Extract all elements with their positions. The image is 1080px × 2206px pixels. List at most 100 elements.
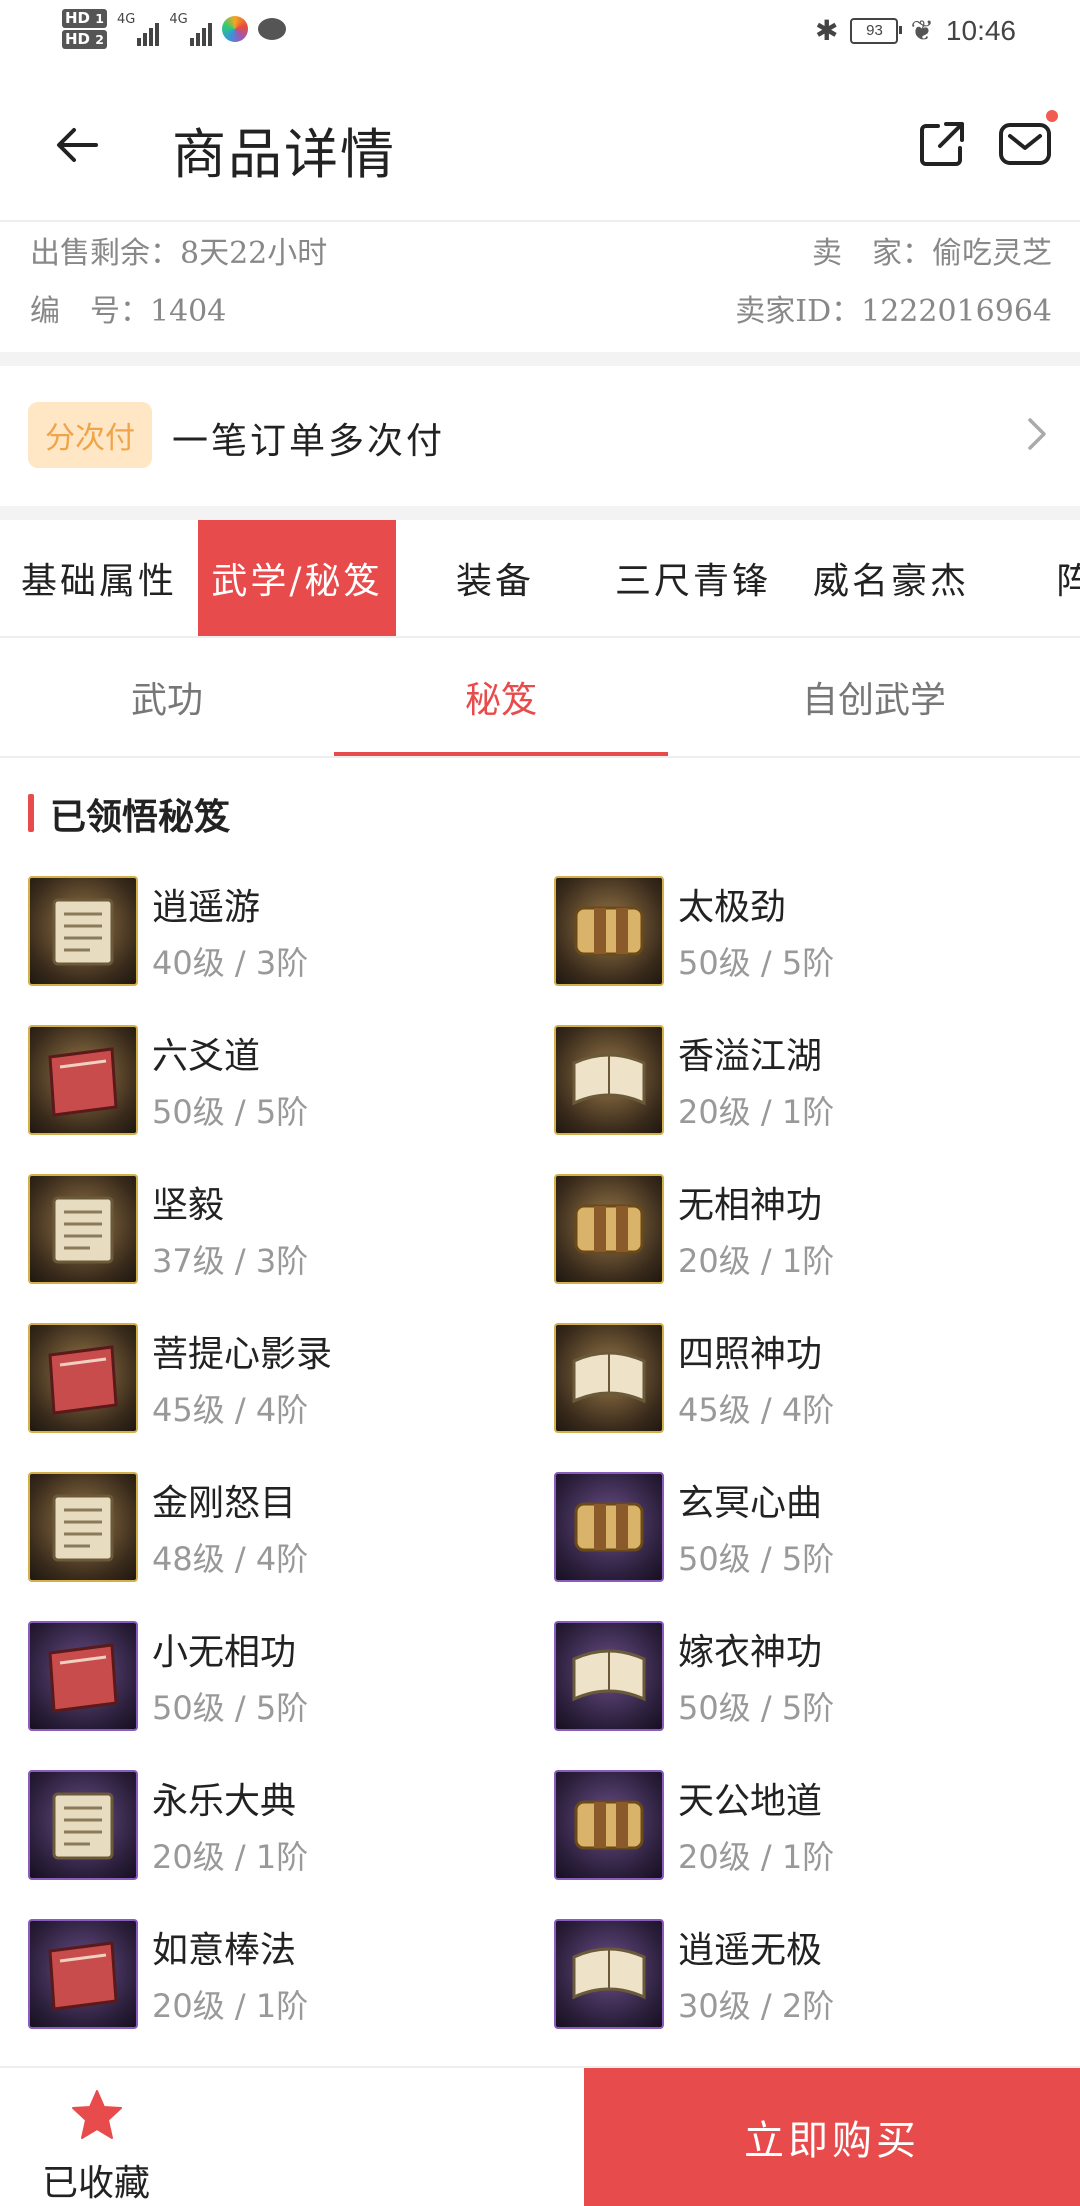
manual-book-icon	[554, 1472, 664, 1582]
list-item[interactable]: 六爻道 50级 / 5阶	[28, 1019, 528, 1167]
item-level: 40级 / 3阶	[152, 944, 309, 982]
hd2-badge: HD 2	[62, 30, 107, 49]
item-level: 20级 / 1阶	[678, 1242, 835, 1280]
app-notification-icon	[221, 16, 248, 42]
tab-equipment[interactable]: 装备	[396, 520, 594, 636]
list-item[interactable]: 太极劲 50级 / 5阶	[554, 870, 1054, 1018]
tab-formation[interactable]: 阵	[990, 520, 1080, 636]
item-level: 20级 / 1阶	[678, 1093, 835, 1131]
item-name: 永乐大典	[152, 1781, 297, 1822]
item-level: 50级 / 5阶	[678, 944, 835, 982]
item-name: 嫁衣神功	[678, 1632, 823, 1673]
manual-book-icon	[554, 1770, 664, 1880]
favorite-label[interactable]: 已收藏	[42, 2154, 150, 2206]
manual-book-icon	[28, 1621, 138, 1731]
installment-badge: 分次付	[28, 402, 152, 468]
clock: 10:46	[945, 14, 1016, 46]
list-item[interactable]: 无相神功 20级 / 1阶	[554, 1168, 1054, 1316]
item-level: 45级 / 4阶	[152, 1391, 309, 1429]
section-title: 已领悟秘笈	[28, 788, 230, 840]
message-notification-icon	[257, 18, 286, 40]
list-item[interactable]: 菩提心影录 45级 / 4阶	[28, 1317, 528, 1465]
list-item[interactable]: 逍遥游 40级 / 3阶	[28, 870, 528, 1018]
bottom-bar: 已收藏 立即购买	[0, 2066, 1080, 2206]
hd1-badge: HD 1	[62, 9, 107, 28]
item-level: 48级 / 4阶	[152, 1540, 309, 1578]
list-item[interactable]: 嫁衣神功 50级 / 5阶	[554, 1615, 1054, 1763]
mail-icon[interactable]	[998, 120, 1052, 168]
item-name: 无相神功	[678, 1185, 823, 1226]
item-name: 六爻道	[152, 1036, 261, 1077]
status-bar: HD 1 HD 2 4G 4G ✱ 93 ❦ 10:46	[0, 0, 1080, 66]
chevron-right-icon	[1028, 418, 1046, 450]
manual-book-icon	[28, 1472, 138, 1582]
sub-tab-bar: 武功 秘笈 自创武学	[0, 638, 1080, 756]
manual-book-icon	[28, 1323, 138, 1433]
item-name: 太极劲	[678, 887, 787, 928]
manual-book-icon	[28, 1770, 138, 1880]
status-right: ✱ 93 ❦ 10:46	[815, 14, 1016, 47]
back-arrow-icon[interactable]	[52, 120, 102, 170]
item-level: 45级 / 4阶	[678, 1391, 835, 1429]
manual-book-icon	[554, 1323, 664, 1433]
tab-martial-arts[interactable]: 武学/秘笈	[198, 520, 396, 636]
battery-icon: 93	[850, 17, 903, 44]
item-level: 20级 / 1阶	[678, 1838, 835, 1876]
list-item[interactable]: 天公地道 20级 / 1阶	[554, 1764, 1054, 1912]
section-gap	[0, 506, 1080, 520]
tab-heroes[interactable]: 威名豪杰	[792, 520, 990, 636]
item-level: 50级 / 5阶	[678, 1540, 835, 1578]
list-item[interactable]: 玄冥心曲 50级 / 5阶	[554, 1466, 1054, 1614]
status-left: HD 1 HD 2 4G 4G	[62, 8, 286, 50]
tab-basic-attributes[interactable]: 基础属性	[0, 520, 198, 636]
item-level: 20级 / 1阶	[152, 1838, 309, 1876]
listing-number: 编 号：1404	[30, 294, 227, 329]
manual-book-icon	[554, 1025, 664, 1135]
remaining-time: 出售剩余：8天22小时	[30, 236, 328, 271]
manual-book-icon	[554, 1174, 664, 1284]
signal-icon-2: 4G	[169, 12, 212, 46]
manual-book-icon	[554, 1621, 664, 1731]
item-level: 20级 / 1阶	[152, 1987, 309, 2025]
manual-book-icon	[28, 876, 138, 986]
tab-swords[interactable]: 三尺青锋	[594, 520, 792, 636]
manual-book-icon	[28, 1174, 138, 1284]
subtab-manuals[interactable]: 秘笈	[334, 638, 668, 756]
item-level: 50级 / 5阶	[152, 1689, 309, 1727]
item-name: 香溢江湖	[678, 1036, 823, 1077]
subtab-skills[interactable]: 武功	[0, 638, 334, 756]
list-item[interactable]: 如意棒法 20级 / 1阶	[28, 1913, 528, 2061]
section-gap	[0, 352, 1080, 366]
manual-book-icon	[28, 1025, 138, 1135]
installment-text: 一笔订单多次付	[172, 421, 446, 462]
list-item[interactable]: 小无相功 50级 / 5阶	[28, 1615, 528, 1763]
item-name: 菩提心影录	[152, 1334, 333, 1375]
item-level: 50级 / 5阶	[152, 1093, 309, 1131]
item-name: 玄冥心曲	[678, 1483, 823, 1524]
signal-icon: 4G	[117, 12, 160, 46]
buy-now-button[interactable]: 立即购买	[584, 2068, 1080, 2206]
item-name: 逍遥无极	[678, 1930, 823, 1971]
subtab-divider	[0, 756, 1080, 758]
share-icon[interactable]	[918, 120, 966, 168]
item-name: 小无相功	[152, 1632, 297, 1673]
item-name: 金刚怒目	[152, 1483, 297, 1524]
leaf-icon: ❦	[910, 15, 934, 46]
list-item[interactable]: 永乐大典 20级 / 1阶	[28, 1764, 528, 1912]
hd-indicators: HD 1 HD 2	[62, 8, 107, 50]
star-icon[interactable]	[70, 2088, 124, 2142]
main-tab-bar: 基础属性 武学/秘笈 装备 三尺青锋 威名豪杰 阵	[0, 520, 1080, 636]
installment-row[interactable]: 分次付 一笔订单多次付	[0, 366, 1080, 506]
manual-book-icon	[554, 876, 664, 986]
item-name: 坚毅	[152, 1185, 225, 1226]
list-item[interactable]: 坚毅 37级 / 3阶	[28, 1168, 528, 1316]
list-item[interactable]: 四照神功 45级 / 4阶	[554, 1317, 1054, 1465]
list-item[interactable]: 逍遥无极 30级 / 2阶	[554, 1913, 1054, 2061]
item-level: 30级 / 2阶	[678, 1987, 835, 2025]
item-name: 天公地道	[678, 1781, 823, 1822]
list-item[interactable]: 金刚怒目 48级 / 4阶	[28, 1466, 528, 1614]
bluetooth-icon: ✱	[814, 15, 839, 46]
subtab-custom-arts[interactable]: 自创武学	[668, 638, 1080, 756]
list-item[interactable]: 香溢江湖 20级 / 1阶	[554, 1019, 1054, 1167]
page-title: 商品详情	[172, 123, 396, 186]
